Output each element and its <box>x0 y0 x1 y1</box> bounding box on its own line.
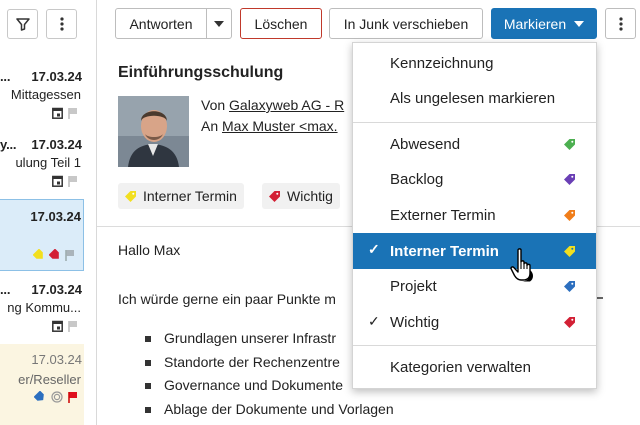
message-tag-internal[interactable]: Interner Termin <box>118 183 244 209</box>
tag-red-icon <box>49 249 59 259</box>
menu-item-category-backlog[interactable]: Backlog <box>353 162 596 196</box>
menu-item-category-wichtig[interactable]: ✓ Wichtig <box>353 305 596 339</box>
list-more-button[interactable] <box>46 9 77 39</box>
filter-button[interactable] <box>7 9 38 39</box>
message-greeting: Hallo Max <box>118 242 181 258</box>
text-fragment <box>597 297 603 299</box>
move-to-junk-label: In Junk verschieben <box>343 15 469 32</box>
tag-yellow-icon <box>33 249 43 259</box>
list-item[interactable]: 17.03.24 er/Reseller <box>0 344 84 425</box>
menu-divider <box>353 345 596 346</box>
chevron-down-icon <box>214 20 224 27</box>
recipient-link[interactable]: Max Muster <max. <box>222 118 338 134</box>
avatar <box>118 96 189 167</box>
more-vertical-icon <box>618 16 623 31</box>
calendar-icon <box>52 107 63 119</box>
list-item[interactable]: ... 17.03.24 ng Kommu... <box>0 282 84 340</box>
list-item-date: 17.03.24 <box>31 282 82 297</box>
to-prefix: An <box>201 118 219 134</box>
more-vertical-icon <box>59 17 64 31</box>
message-intro: Ich würde gerne ein paar Punkte m <box>118 291 336 307</box>
chevron-down-icon <box>574 20 585 27</box>
list-item-subject: ng Kommu... <box>7 300 81 315</box>
flag-icon[interactable] <box>68 107 78 119</box>
menu-item-mark-unread[interactable]: Als ungelesen markieren <box>353 81 596 115</box>
message-list-pane: ... 17.03.24 Mittagessen y... 17.03.24 u… <box>0 0 96 425</box>
reply-button[interactable]: Antworten <box>115 8 207 39</box>
menu-item-flag[interactable]: Kennzeichnung <box>353 46 596 80</box>
checkmark-icon: ✓ <box>368 313 380 329</box>
calendar-icon <box>52 175 63 187</box>
move-to-junk-button[interactable]: In Junk verschieben <box>329 8 483 39</box>
list-item[interactable]: y... 17.03.24 ulung Teil 1 <box>0 137 84 195</box>
tag-blue-icon <box>34 391 44 401</box>
delete-button-label: Löschen <box>254 15 308 32</box>
list-item-sender: ... <box>0 69 11 84</box>
reply-button-label: Antworten <box>129 15 193 32</box>
tag-purple-icon <box>564 174 575 185</box>
menu-item-category-externer-termin[interactable]: Externer Termin <box>353 198 596 232</box>
message-subject: Einführungsschulung <box>118 64 284 81</box>
list-item-subject: ulung Teil 1 <box>15 155 81 170</box>
menu-item-label: Als ungelesen markieren <box>390 89 556 107</box>
menu-item-label: Backlog <box>390 170 444 188</box>
reply-dropdown-button[interactable] <box>206 8 232 39</box>
list-item-date: 17.03.24 <box>31 137 82 152</box>
message-tag-important[interactable]: Wichtig <box>262 183 340 209</box>
delete-button[interactable]: Löschen <box>240 8 322 39</box>
from-line: Von Galaxyweb AG - R <box>201 97 344 113</box>
sender-link[interactable]: Galaxyweb AG - R <box>229 97 344 113</box>
tag-red-icon <box>564 317 575 328</box>
list-item-date: 17.03.24 <box>31 69 82 84</box>
menu-item-label: Interner Termin <box>390 242 499 260</box>
mark-button[interactable]: Markieren <box>491 8 597 39</box>
menu-item-label: Projekt <box>390 277 437 295</box>
tag-green-icon <box>564 139 575 150</box>
tag-orange-icon <box>564 210 575 221</box>
mark-dropdown-menu: Kennzeichnung Als ungelesen markieren Ab… <box>352 42 597 389</box>
tag-yellow-icon <box>125 190 136 202</box>
mark-button-label: Markieren <box>503 15 567 32</box>
menu-item-label: Wichtig <box>390 313 440 331</box>
tag-yellow-icon <box>564 246 575 257</box>
list-item-date: 17.03.24 <box>31 352 82 367</box>
menu-item-category-projekt[interactable]: Projekt <box>353 269 596 303</box>
menu-item-label: Externer Termin <box>390 206 496 224</box>
message-tag-label: Interner Termin <box>143 188 237 204</box>
calendar-icon <box>52 320 63 332</box>
list-item: Ablage der Dokumente und Vorlagen <box>144 401 394 425</box>
menu-item-manage-categories[interactable]: Kategorien verwalten <box>353 350 596 384</box>
more-actions-button[interactable] <box>605 8 636 39</box>
list-item-subject: er/Reseller <box>18 372 81 387</box>
menu-item-label: Abwesend <box>390 135 461 153</box>
to-line: An Max Muster <max. <box>201 118 338 134</box>
menu-item-category-abwesend[interactable]: Abwesend <box>353 127 596 161</box>
menu-item-category-interner-termin[interactable]: ✓ Interner Termin <box>353 233 596 269</box>
flag-icon[interactable] <box>65 249 75 261</box>
checkmark-icon: ✓ <box>368 241 380 257</box>
attachment-icon <box>51 391 63 403</box>
menu-item-label: Kennzeichnung <box>390 54 494 72</box>
message-tag-label: Wichtig <box>287 188 333 204</box>
tag-blue-icon <box>564 281 575 292</box>
list-item[interactable]: ... 17.03.24 Mittagessen <box>0 69 84 127</box>
hand-cursor-icon <box>510 248 533 282</box>
flag-icon[interactable] <box>68 320 78 332</box>
menu-item-label: Kategorien verwalten <box>390 358 531 376</box>
tag-red-icon <box>269 190 280 202</box>
list-item-date: 17.03.24 <box>30 209 81 224</box>
list-item-selected[interactable]: 17.03.24 <box>0 199 84 271</box>
menu-divider <box>353 122 596 123</box>
flag-icon[interactable] <box>68 175 78 187</box>
list-item-subject: Mittagessen <box>10 87 81 102</box>
filter-icon <box>15 18 30 31</box>
list-item-sender: y... <box>0 137 17 152</box>
list-item-sender: ... <box>0 282 11 297</box>
flag-red-icon[interactable] <box>68 391 78 403</box>
from-prefix: Von <box>201 97 226 113</box>
